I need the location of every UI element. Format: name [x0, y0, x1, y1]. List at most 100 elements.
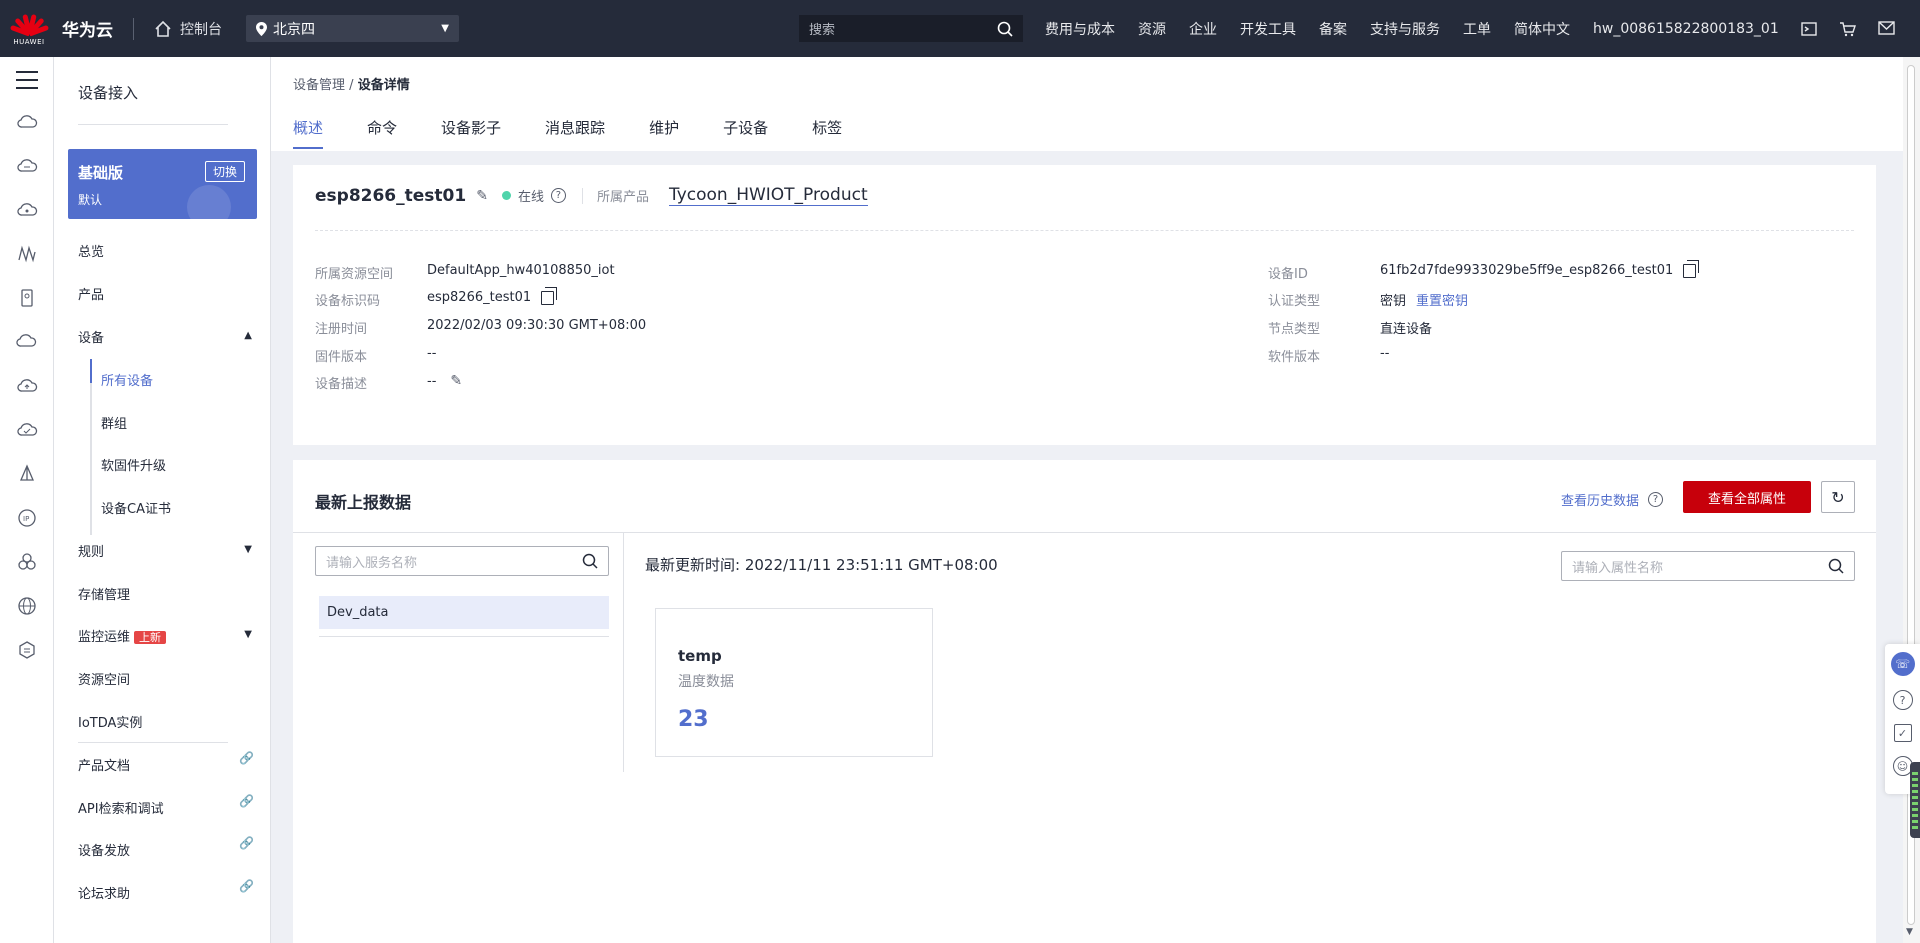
global-search-input[interactable]: 搜索 — [799, 15, 1023, 42]
cloud-service-icon[interactable] — [16, 111, 38, 133]
property-card[interactable]: temp 温度数据 23 — [655, 608, 933, 757]
sidebar-item-docs[interactable]: 产品文档 — [78, 755, 130, 774]
cloud-monitor-icon[interactable] — [16, 419, 38, 441]
feedback-icon[interactable]: ✓ — [1893, 724, 1912, 742]
cloud-storage-icon[interactable] — [16, 199, 38, 221]
mail-icon[interactable] — [1878, 20, 1895, 35]
tab-sub-devices[interactable]: 子设备 — [723, 117, 768, 149]
search-icon[interactable] — [582, 553, 598, 569]
refresh-button[interactable]: ↻ — [1821, 481, 1855, 513]
nav-language[interactable]: 简体中文 — [1514, 19, 1570, 39]
caret-down-icon[interactable]: ▼ — [244, 629, 252, 640]
external-link-icon: 🔗 — [239, 794, 254, 808]
history-link[interactable]: 查看历史数据 ? — [1561, 490, 1664, 509]
sidebar-item-rules[interactable]: 规则 — [78, 541, 104, 560]
view-all-properties-button[interactable]: 查看全部属性 — [1683, 481, 1811, 513]
divider — [78, 124, 228, 125]
sidebar-item-forum[interactable]: 论坛求助 — [78, 883, 130, 902]
sidebar-item-device[interactable]: 设备 — [78, 327, 104, 346]
cloud-compute-icon[interactable] — [16, 155, 38, 177]
caret-up-icon[interactable]: ▲ — [244, 330, 252, 341]
status-dot — [501, 191, 511, 200]
sidebar-item-iotda-instance[interactable]: IoTDA实例 — [78, 712, 142, 731]
tab-commands[interactable]: 命令 — [367, 117, 397, 149]
sail-icon[interactable] — [16, 463, 38, 485]
sidebar-item-storage[interactable]: 存储管理 — [78, 584, 130, 603]
region-select[interactable]: 北京四 ▼ — [246, 15, 459, 42]
product-link[interactable]: Tycoon_HWIOT_Product — [668, 185, 868, 206]
database-icon[interactable] — [16, 639, 38, 661]
sidebar-item-monitor[interactable]: 监控运维 上新 — [78, 626, 167, 645]
nav-devtools[interactable]: 开发工具 — [1240, 19, 1296, 39]
menu-icon[interactable] — [15, 71, 38, 89]
tab-tags[interactable]: 标签 — [812, 117, 842, 149]
huawei-logo[interactable]: HUAWEI — [0, 0, 58, 57]
property-search-input[interactable]: 请输入属性名称 — [1561, 551, 1855, 581]
sidebar-item-overview[interactable]: 总览 — [78, 241, 104, 260]
nav-filing[interactable]: 备案 — [1319, 19, 1347, 39]
nav-tickets[interactable]: 工单 — [1463, 19, 1491, 39]
latest-data-card: 最新上报数据 查看历史数据 ? 查看全部属性 ↻ 请输入服务名称 Dev_dat… — [293, 460, 1876, 943]
console-link[interactable]: 控制台 — [154, 19, 222, 39]
brand-name[interactable]: 华为云 — [62, 16, 113, 41]
reset-secret-link[interactable]: 重置密钥 — [1416, 290, 1468, 309]
update-time: 最新更新时间: 2022/11/11 23:51:11 GMT+08:00 — [645, 556, 998, 574]
help-icon[interactable]: ? — [1648, 492, 1664, 507]
device-icon[interactable] — [16, 287, 38, 309]
copy-icon[interactable] — [1683, 259, 1700, 278]
edition-card[interactable]: 基础版 默认 切换 — [68, 149, 257, 219]
tab-device-shadow[interactable]: 设备影子 — [441, 117, 501, 149]
caret-down-icon[interactable]: ▼ — [244, 544, 252, 555]
global-search-placeholder: 搜索 — [809, 23, 836, 38]
nav-enterprise[interactable]: 企业 — [1189, 19, 1217, 39]
product-label: 所属产品 — [596, 190, 649, 205]
service-list-item[interactable]: Dev_data — [319, 596, 609, 629]
edition-switch-button[interactable]: 切换 — [204, 161, 245, 182]
sidebar-item-all-devices[interactable]: 所有设备 — [101, 370, 153, 389]
nav-account[interactable]: hw_008615822800183_01 — [1593, 21, 1779, 37]
sidebar-item-resource-space[interactable]: 资源空间 — [78, 669, 130, 688]
copy-icon[interactable] — [541, 286, 558, 305]
terminal-icon[interactable] — [1801, 21, 1817, 37]
search-icon[interactable] — [1828, 558, 1844, 574]
ip-icon[interactable]: IP — [16, 507, 38, 529]
help-icon[interactable]: ? — [1892, 690, 1913, 710]
external-link-icon: 🔗 — [239, 879, 254, 893]
cloud-upload-icon[interactable] — [16, 375, 38, 397]
field-label: 设备ID — [1268, 267, 1308, 282]
svg-text:IP: IP — [23, 515, 29, 523]
customer-service-icon[interactable]: ☏ — [1890, 652, 1915, 676]
edit-icon[interactable]: ✎ — [450, 373, 462, 389]
nav-cost[interactable]: 费用与成本 — [1045, 19, 1115, 39]
cluster-icon[interactable] — [16, 551, 38, 573]
globe-icon[interactable] — [16, 595, 38, 617]
search-icon[interactable] — [997, 21, 1013, 37]
status-badge: 在线 — [517, 190, 544, 205]
service-search-placeholder: 请输入服务名称 — [326, 555, 418, 571]
sidebar-item-api[interactable]: API检索和调试 — [78, 798, 164, 817]
nav-resources[interactable]: 资源 — [1138, 19, 1166, 39]
tab-overview[interactable]: 概述 — [293, 117, 324, 149]
sidebar-item-ca-cert[interactable]: 设备CA证书 — [101, 498, 171, 517]
edit-icon[interactable]: ✎ — [476, 188, 488, 204]
home-icon — [155, 20, 171, 37]
cloud-link-icon[interactable] — [15, 331, 38, 353]
sidebar-item-group[interactable]: 群组 — [101, 413, 127, 432]
field-value: 61fb2d7fde9933029be5ff9e_esp8266_test01 — [1380, 263, 1674, 278]
tab-message-trace[interactable]: 消息跟踪 — [545, 117, 605, 149]
scroll-down-icon[interactable]: ▼ — [1906, 927, 1913, 937]
sidebar-item-provision[interactable]: 设备发放 — [78, 840, 130, 859]
tab-maintenance[interactable]: 维护 — [649, 117, 679, 149]
service-search-input[interactable]: 请输入服务名称 — [315, 546, 609, 576]
breadcrumb-current: 设备详情 — [357, 78, 410, 93]
signal-icon[interactable] — [16, 243, 38, 265]
field-value-wrap: 61fb2d7fde9933029be5ff9e_esp8266_test01 — [1380, 259, 1700, 278]
breadcrumb: 设备管理 / 设备详情 — [293, 74, 410, 93]
help-icon[interactable]: ? — [550, 188, 566, 203]
sidebar-item-firmware[interactable]: 软固件升级 — [101, 455, 166, 474]
breadcrumb-parent[interactable]: 设备管理 — [293, 78, 345, 93]
nav-support[interactable]: 支持与服务 — [1370, 19, 1440, 39]
cart-icon[interactable] — [1839, 21, 1856, 37]
sidebar-item-product[interactable]: 产品 — [78, 284, 104, 303]
sidebar-title: 设备接入 — [78, 84, 139, 102]
